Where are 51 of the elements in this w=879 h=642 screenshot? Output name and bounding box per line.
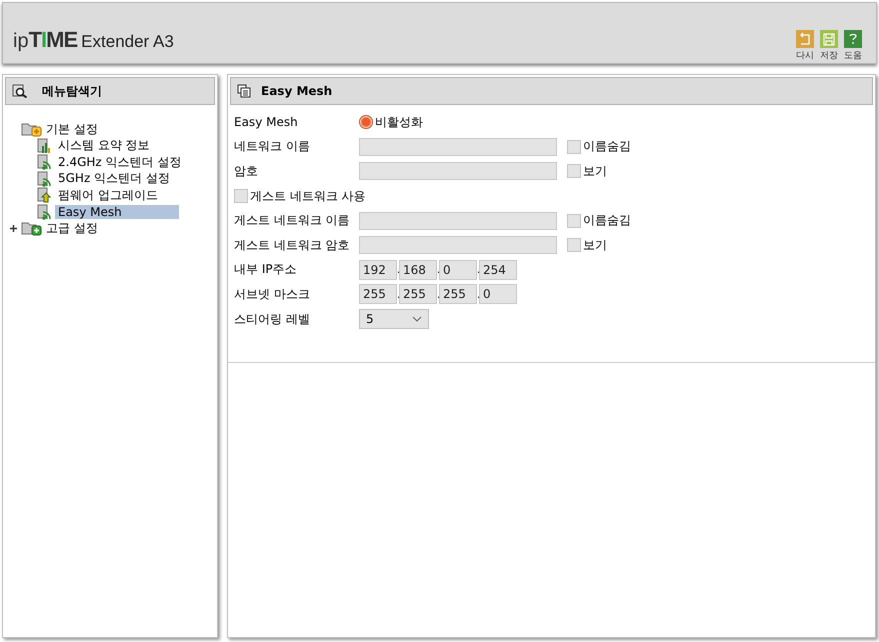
field-label: 게스트 네트워크 이름 <box>234 212 351 230</box>
octet-field[interactable]: 192 <box>359 260 397 280</box>
radio-button[interactable] <box>359 115 373 130</box>
octet-field[interactable]: 254 <box>479 260 517 280</box>
logo-brand: TIME <box>28 27 78 53</box>
checkbox-label: 보기 <box>583 162 607 180</box>
logo-prefix: ip <box>13 30 29 53</box>
octet-field[interactable]: 255 <box>439 284 477 304</box>
tree-item[interactable]: 2.4GHz 익스텐더 설정 <box>55 154 184 171</box>
folder-icon <box>21 121 43 138</box>
tree-item[interactable]: 펌웨어 업그레이드 <box>55 186 161 204</box>
select-field[interactable]: 5 <box>359 309 429 330</box>
checkbox-label: 이름숨김 <box>583 138 631 156</box>
octet-field[interactable]: 255 <box>359 284 397 304</box>
expand-icon[interactable] <box>9 224 18 233</box>
field-label: 암호 <box>234 162 259 180</box>
wifi-page-icon <box>37 154 52 170</box>
field-label: Easy Mesh <box>234 115 299 130</box>
search-icon <box>12 84 28 98</box>
page-icon <box>237 84 251 98</box>
panel-title: Easy Mesh <box>261 84 332 98</box>
checkbox-label: 보기 <box>583 236 607 254</box>
field-label: 게스트 네트워크 암호 <box>234 236 351 254</box>
chart-page-icon <box>37 138 52 154</box>
checkbox-label: 게스트 네트워크 사용 <box>250 188 366 205</box>
checkbox-label: 이름숨김 <box>583 212 631 230</box>
chevron-down-icon <box>412 316 422 322</box>
octet-field[interactable]: 0 <box>439 260 477 280</box>
tree-folder[interactable]: 고급 설정 <box>46 220 98 237</box>
wifi-page-icon <box>37 204 52 220</box>
toolbar-button[interactable]: 다시 <box>796 30 814 62</box>
tree-folder[interactable]: 기본 설정 <box>46 120 98 138</box>
wifi-page-icon <box>37 170 52 187</box>
radio-label: 비활성화 <box>375 114 423 131</box>
toolbar-button[interactable]: 도움 <box>844 30 862 62</box>
field-label: 서브넷 마스크 <box>234 286 311 303</box>
upgrade-page-icon <box>37 187 52 204</box>
octet-field[interactable]: 0 <box>479 284 517 304</box>
octet-field[interactable]: 255 <box>399 284 437 304</box>
tree-item[interactable]: 시스템 요약 정보 <box>55 137 153 154</box>
checkbox[interactable] <box>234 189 248 204</box>
field-label: 내부 IP주소 <box>234 261 298 278</box>
tree-item[interactable]: 5GHz 익스텐더 설정 <box>55 170 173 188</box>
tree-item[interactable]: Easy Mesh <box>55 204 179 219</box>
folder-icon <box>21 220 43 236</box>
product-name: Extender A3 <box>81 32 174 52</box>
octet-field[interactable]: 168 <box>399 260 437 280</box>
toolbar-button[interactable]: 저장 <box>820 30 838 62</box>
field-label: 스티어링 레벨 <box>234 310 311 328</box>
field-label: 네트워크 이름 <box>234 138 311 156</box>
panel-title: 메뉴탐색기 <box>42 82 102 100</box>
